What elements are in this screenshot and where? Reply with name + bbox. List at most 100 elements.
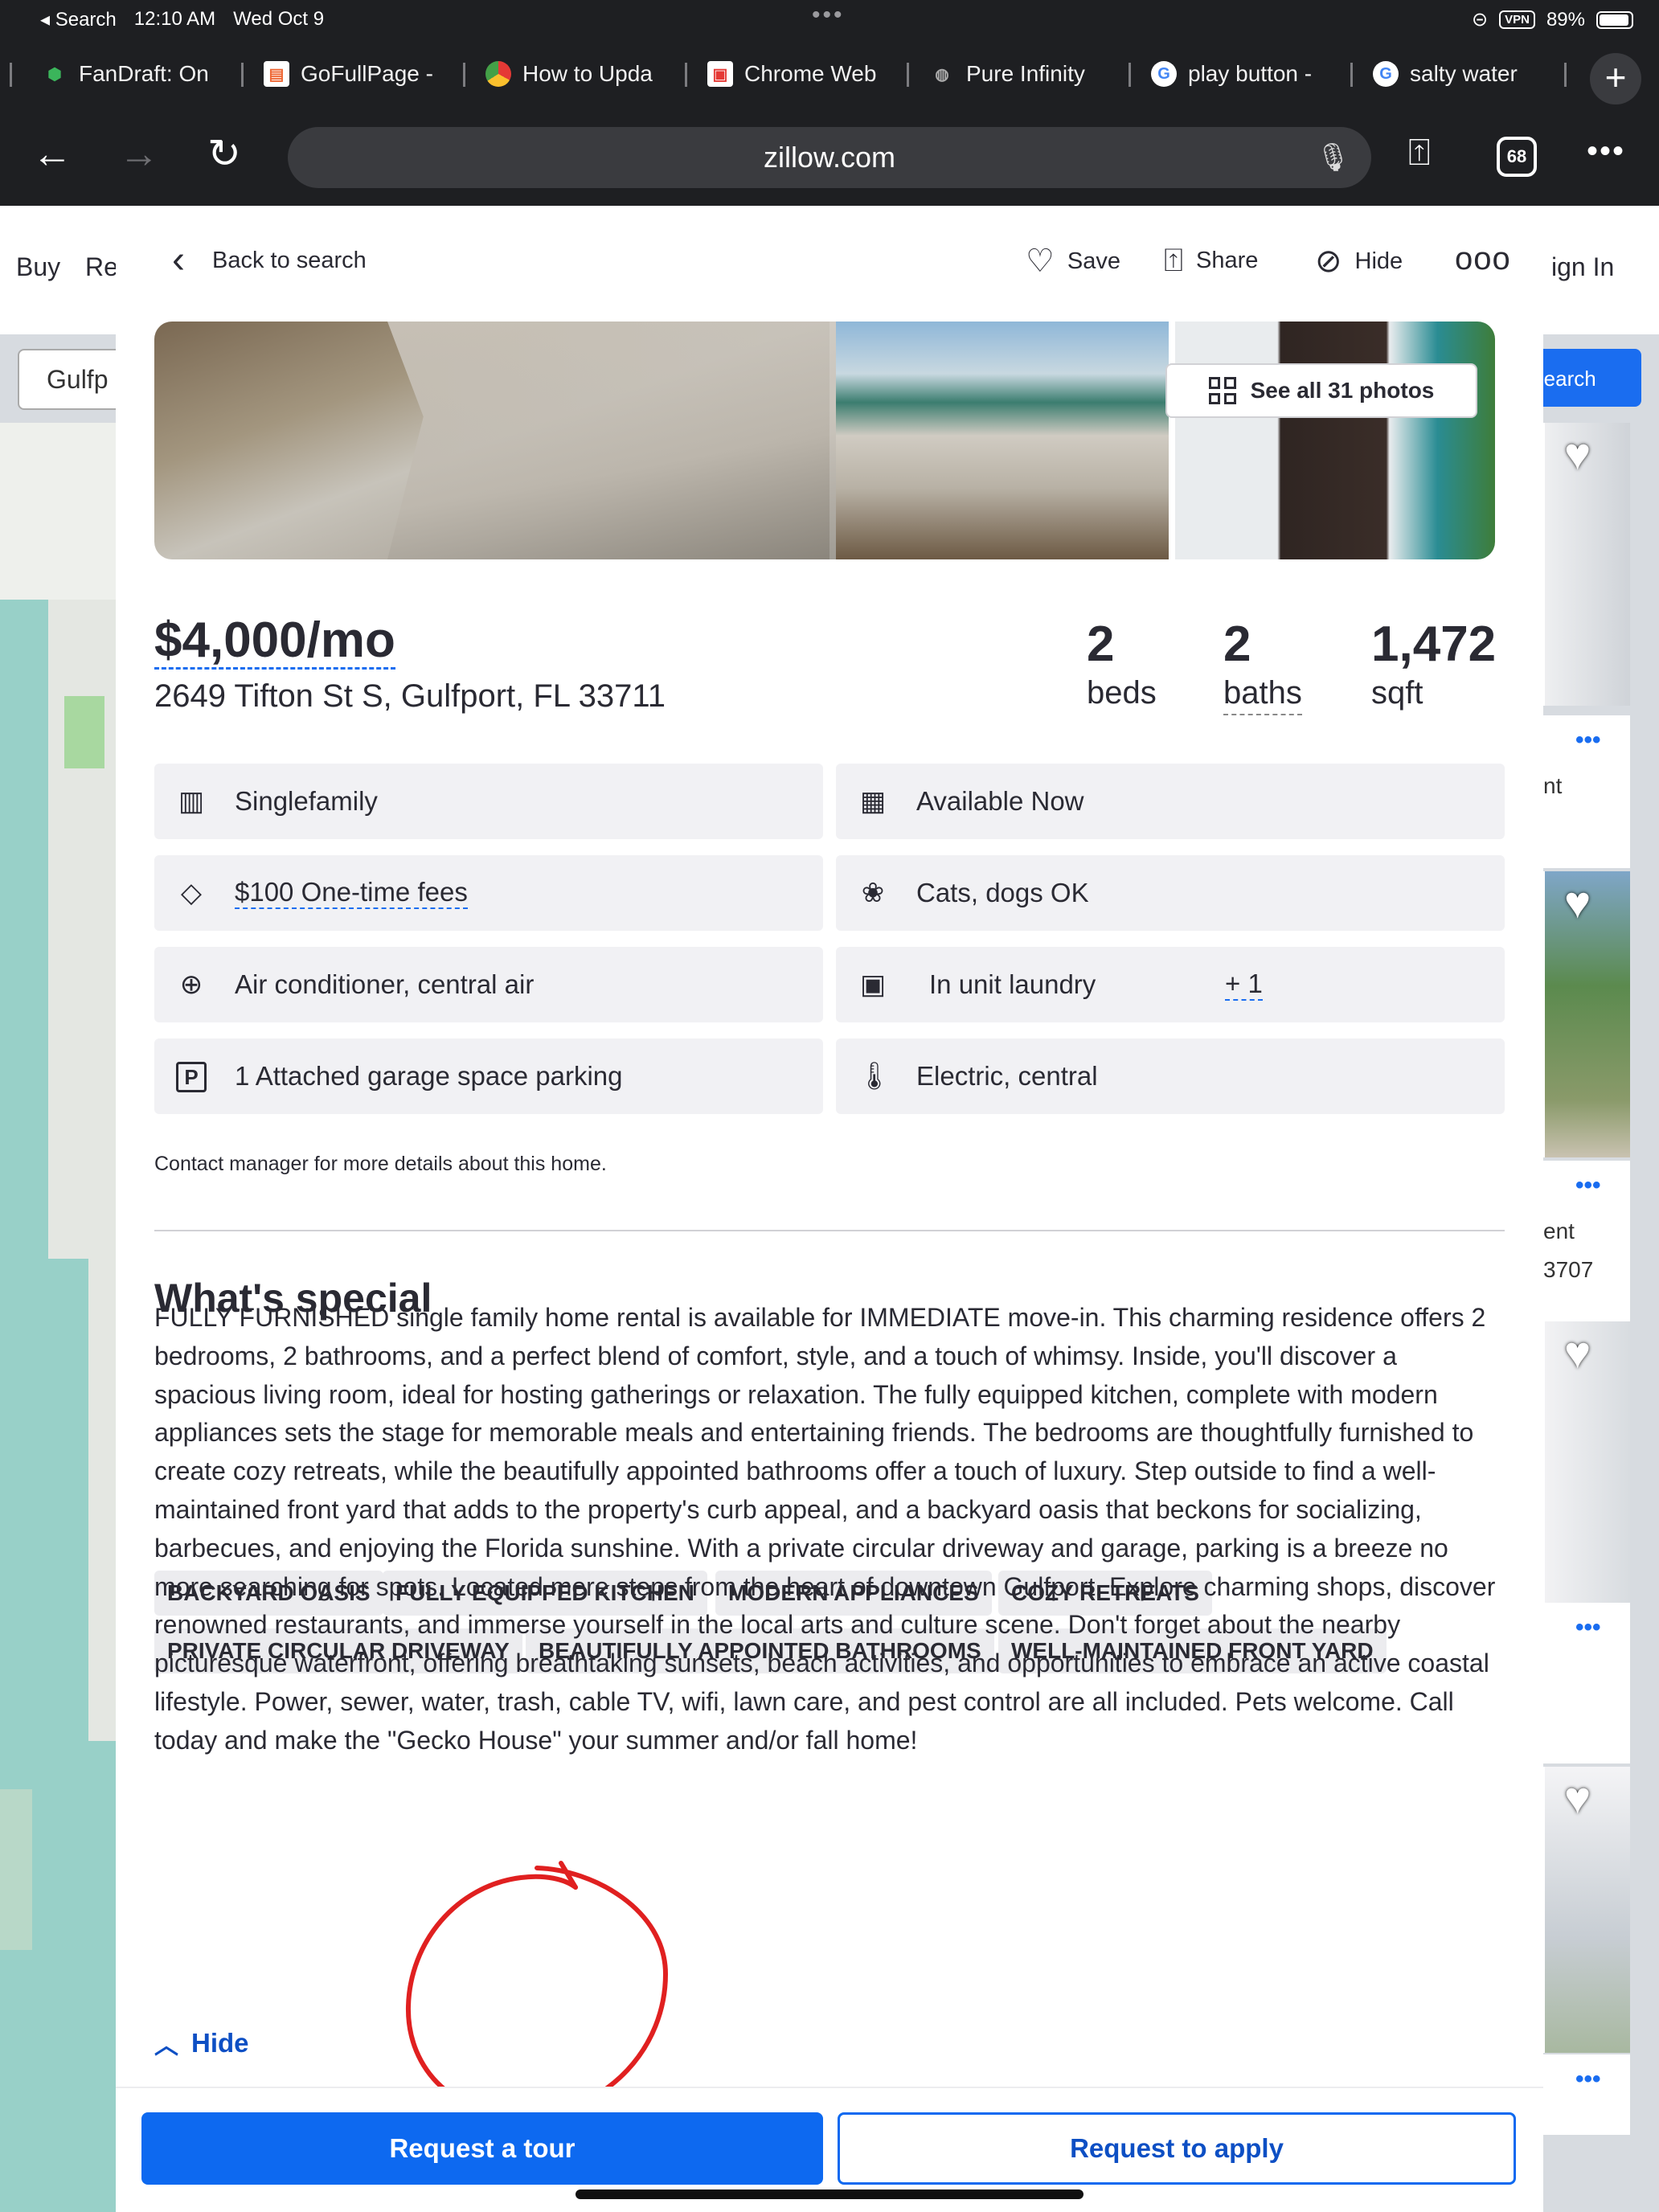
save-label: Save <box>1067 248 1120 274</box>
heart-icon[interactable]: ♥ <box>1564 1772 1591 1824</box>
home-indicator[interactable] <box>576 2189 1083 2199</box>
battery-percent: 89% <box>1546 8 1585 31</box>
bg-listing-card[interactable]: ♥ <box>1542 871 1630 1157</box>
heart-icon[interactable]: ♥ <box>1564 428 1591 480</box>
hide-listing-button[interactable]: ⊘ Hide <box>1315 243 1403 280</box>
back-to-search-label: Back to search <box>211 247 367 273</box>
back-to-search-button[interactable]: ‹ Back to search <box>172 241 367 280</box>
sqft-stat: 1,472 sqft <box>1371 617 1496 714</box>
fact-more-link[interactable]: + 1 <box>1225 969 1263 1001</box>
fact-cooling: ⊕ Air conditioner, central air <box>154 947 823 1022</box>
share-sheet-icon[interactable]: ⍐ <box>1408 130 1431 175</box>
beds-count: 2 <box>1087 616 1115 672</box>
listing-photo-main[interactable] <box>154 322 830 559</box>
tab-separator <box>463 63 465 87</box>
bg-nav-buy[interactable]: Buy <box>16 252 60 282</box>
listing-description: FULLY FURNISHED single family home renta… <box>154 1299 1505 1760</box>
chrome-icon <box>485 61 511 87</box>
share-label: Share <box>1196 248 1259 273</box>
fact-home-type: ▥ Singlefamily <box>154 764 823 839</box>
baths-count: 2 <box>1223 616 1251 672</box>
more-icon[interactable]: ••• <box>1575 1614 1601 1641</box>
bg-nav-rent[interactable]: Re <box>85 252 118 282</box>
listing-price[interactable]: $4,000/mo <box>154 614 395 670</box>
microphone-icon[interactable]: 🎙 <box>1316 127 1350 188</box>
share-button[interactable]: ⍐ Share <box>1164 243 1258 279</box>
fact-laundry: ▣ In unit laundry + 1 <box>836 947 1505 1022</box>
back-arrow-icon[interactable]: ← <box>32 130 72 177</box>
tab-count-button[interactable]: 68 <box>1497 137 1537 177</box>
baths-stat[interactable]: 2 baths <box>1223 617 1302 715</box>
browser-tab[interactable]: How to Upda <box>485 56 664 92</box>
save-button[interactable]: ♡ Save <box>1026 243 1120 280</box>
see-all-photos-button[interactable]: See all 31 photos <box>1165 363 1477 418</box>
bg-card-info: ••• ent 3707 <box>1542 1161 1630 1321</box>
reload-icon[interactable]: ↻ <box>207 130 241 177</box>
fact-label: $100 One-time fees <box>235 877 468 909</box>
google-icon: G <box>1373 61 1399 87</box>
request-tour-button[interactable]: Request a tour <box>141 2112 823 2185</box>
more-icon[interactable]: ••• <box>1575 727 1601 754</box>
bg-listing-card[interactable]: ♥ <box>1542 1767 1630 2053</box>
multitasking-dots-icon[interactable]: ••• <box>812 2 845 29</box>
tab-separator <box>1129 63 1131 87</box>
browser-tab-title: Pure Infinity <box>966 61 1085 86</box>
address-bar[interactable]: zillow.com 🎙 <box>288 127 1371 188</box>
browser-tab-bar: ⬢ FanDraft: On ▤ GoFullPage - How to Upd… <box>0 39 1659 109</box>
tab-separator <box>241 63 244 87</box>
browser-tab-title: How to Upda <box>522 61 653 86</box>
vpn-badge: VPN <box>1499 10 1535 29</box>
bg-card-info: ••• <box>1542 1603 1630 1763</box>
more-menu-icon[interactable]: ••• <box>1587 133 1625 170</box>
fact-label: In unit laundry <box>929 969 1096 999</box>
tab-separator <box>907 63 909 87</box>
block-icon: ⊘ <box>1315 244 1342 279</box>
parking-icon: P <box>175 1060 207 1092</box>
browser-tab[interactable]: ◍ Pure Infinity <box>929 56 1108 92</box>
fact-label: Cats, dogs OK <box>916 878 1089 907</box>
fact-fees[interactable]: ◇ $100 One-time fees <box>154 855 823 931</box>
hide-description-button[interactable]: ︿ Hide <box>154 2026 249 2061</box>
fact-availability: ▦ Available Now <box>836 764 1505 839</box>
browser-tab[interactable]: ⬢ FanDraft: On <box>42 56 220 92</box>
browser-tab[interactable]: ▣ Chrome Web <box>707 56 886 92</box>
heart-outline-icon: ♡ <box>1026 244 1055 279</box>
forward-arrow-icon[interactable]: → <box>119 130 159 177</box>
more-icon[interactable]: ••• <box>1575 2066 1601 2093</box>
status-time: 12:10 AM <box>133 8 216 30</box>
more-icon[interactable]: ••• <box>1575 1172 1601 1199</box>
more-options-icon[interactable]: ooo <box>1455 241 1511 277</box>
link-icon: ⊝ <box>1472 9 1489 31</box>
browser-tab[interactable]: G play button - <box>1151 56 1329 92</box>
bg-nav-sign-in[interactable]: ign In <box>1551 252 1614 282</box>
section-divider <box>154 1230 1505 1231</box>
beds-label: beds <box>1087 675 1157 711</box>
fact-pets: ❀ Cats, dogs OK <box>836 855 1505 931</box>
browser-tab[interactable]: G salty water <box>1373 56 1545 92</box>
fact-label: Singlefamily <box>235 786 378 816</box>
bg-search-input[interactable]: Gulfp <box>18 349 122 410</box>
browser-tab-title: Chrome Web <box>744 61 877 86</box>
new-tab-button[interactable]: + <box>1590 53 1641 104</box>
background-map[interactable] <box>0 423 121 2212</box>
back-to-app-link[interactable]: ◂ Search <box>40 8 117 31</box>
browser-tab[interactable]: ▤ GoFullPage - <box>264 56 442 92</box>
tab-separator <box>1564 63 1567 87</box>
share-icon: ⍐ <box>1164 243 1183 278</box>
description-text: FULLY FURNISHED single family home renta… <box>154 1303 1496 1755</box>
listing-photo-door[interactable] <box>1175 322 1495 559</box>
battery-icon <box>1596 10 1633 29</box>
photo-gallery[interactable] <box>154 322 1495 559</box>
bg-card-text: ent <box>1543 1219 1575 1243</box>
heart-icon[interactable]: ♥ <box>1564 876 1591 928</box>
request-apply-button[interactable]: Request to apply <box>838 2112 1516 2185</box>
shield-icon: ⬢ <box>47 65 62 84</box>
paw-icon: ❀ <box>861 878 885 908</box>
bg-listing-card[interactable]: ♥ <box>1542 1321 1630 1603</box>
listing-photo-exterior[interactable] <box>836 322 1169 559</box>
sqft-count: 1,472 <box>1371 616 1497 672</box>
heart-icon[interactable]: ♥ <box>1564 1326 1591 1378</box>
chrome-store-icon: ▣ <box>707 61 733 87</box>
bg-listing-card[interactable]: ♥ <box>1542 423 1630 706</box>
listing-modal: ‹ Back to search ♡ Save ⍐ Share ⊘ Hide o… <box>116 206 1543 2212</box>
